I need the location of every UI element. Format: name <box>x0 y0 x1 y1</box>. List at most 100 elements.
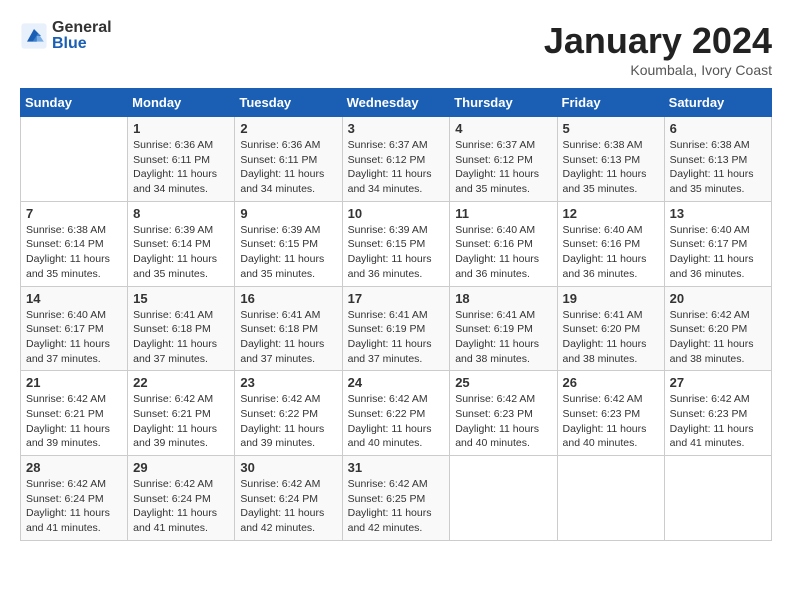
day-header-thursday: Thursday <box>450 89 557 117</box>
location-subtitle: Koumbala, Ivory Coast <box>544 62 772 78</box>
day-number: 30 <box>240 460 336 475</box>
day-number: 23 <box>240 375 336 390</box>
day-number: 2 <box>240 121 336 136</box>
calendar-week-5: 28 Sunrise: 6:42 AM Sunset: 6:24 PM Dayli… <box>21 456 772 541</box>
day-number: 28 <box>26 460 122 475</box>
day-info: Sunrise: 6:38 AM Sunset: 6:13 PM Dayligh… <box>563 138 659 197</box>
title-block: January 2024 Koumbala, Ivory Coast <box>544 20 772 78</box>
day-header-monday: Monday <box>128 89 235 117</box>
calendar-body: 1 Sunrise: 6:36 AM Sunset: 6:11 PM Daylig… <box>21 117 772 541</box>
calendar-cell: 2 Sunrise: 6:36 AM Sunset: 6:11 PM Daylig… <box>235 117 342 202</box>
day-info: Sunrise: 6:40 AM Sunset: 6:17 PM Dayligh… <box>26 308 122 367</box>
calendar-cell <box>450 456 557 541</box>
calendar-cell: 5 Sunrise: 6:38 AM Sunset: 6:13 PM Daylig… <box>557 117 664 202</box>
day-info: Sunrise: 6:42 AM Sunset: 6:21 PM Dayligh… <box>133 392 229 451</box>
day-number: 13 <box>670 206 766 221</box>
calendar-cell: 9Sunrise: 6:39 AM Sunset: 6:15 PM Daylig… <box>235 201 342 286</box>
calendar-cell: 26Sunrise: 6:42 AM Sunset: 6:23 PM Dayli… <box>557 371 664 456</box>
logo-general: General <box>52 20 112 36</box>
calendar-cell <box>21 117 128 202</box>
day-number: 10 <box>348 206 445 221</box>
days-of-week-row: SundayMondayTuesdayWednesdayThursdayFrid… <box>21 89 772 117</box>
calendar-week-2: 7 Sunrise: 6:38 AM Sunset: 6:14 PM Daylig… <box>21 201 772 286</box>
day-info: Sunrise: 6:42 AM Sunset: 6:24 PM Dayligh… <box>133 477 229 536</box>
calendar-cell: 31 Sunrise: 6:42 AM Sunset: 6:25 PM Dayli… <box>342 456 450 541</box>
day-info: Sunrise: 6:42 AM Sunset: 6:24 PM Dayligh… <box>26 477 122 536</box>
day-number: 18 <box>455 291 551 306</box>
day-number: 15 <box>133 291 229 306</box>
calendar-cell: 1 Sunrise: 6:36 AM Sunset: 6:11 PM Daylig… <box>128 117 235 202</box>
calendar-cell: 22 Sunrise: 6:42 AM Sunset: 6:21 PM Dayli… <box>128 371 235 456</box>
day-info: Sunrise: 6:41 AM Sunset: 6:18 PM Dayligh… <box>240 308 336 367</box>
calendar-cell: 29 Sunrise: 6:42 AM Sunset: 6:24 PM Dayli… <box>128 456 235 541</box>
calendar-cell: 20 Sunrise: 6:42 AM Sunset: 6:20 PM Dayli… <box>664 286 771 371</box>
day-number: 11 <box>455 206 551 221</box>
day-info: Sunrise: 6:42 AM Sunset: 6:22 PM Dayligh… <box>348 392 445 451</box>
calendar-cell: 12Sunrise: 6:40 AM Sunset: 6:16 PM Dayli… <box>557 201 664 286</box>
calendar-cell: 15 Sunrise: 6:41 AM Sunset: 6:18 PM Dayli… <box>128 286 235 371</box>
day-info: Sunrise: 6:40 AM Sunset: 6:16 PM Dayligh… <box>455 223 551 282</box>
day-info: Sunrise: 6:41 AM Sunset: 6:20 PM Dayligh… <box>563 308 659 367</box>
day-info: Sunrise: 6:42 AM Sunset: 6:22 PM Dayligh… <box>240 392 336 451</box>
day-info: Sunrise: 6:42 AM Sunset: 6:25 PM Dayligh… <box>348 477 445 536</box>
calendar-cell: 25 Sunrise: 6:42 AM Sunset: 6:23 PM Dayli… <box>450 371 557 456</box>
day-number: 20 <box>670 291 766 306</box>
day-info: Sunrise: 6:41 AM Sunset: 6:19 PM Dayligh… <box>455 308 551 367</box>
day-number: 8 <box>133 206 229 221</box>
day-header-wednesday: Wednesday <box>342 89 450 117</box>
day-number: 7 <box>26 206 122 221</box>
day-info: Sunrise: 6:42 AM Sunset: 6:23 PM Dayligh… <box>563 392 659 451</box>
calendar-cell: 28 Sunrise: 6:42 AM Sunset: 6:24 PM Dayli… <box>21 456 128 541</box>
day-info: Sunrise: 6:42 AM Sunset: 6:24 PM Dayligh… <box>240 477 336 536</box>
calendar-cell: 23 Sunrise: 6:42 AM Sunset: 6:22 PM Dayli… <box>235 371 342 456</box>
day-info: Sunrise: 6:38 AM Sunset: 6:14 PM Dayligh… <box>26 223 122 282</box>
logo-icon <box>20 22 48 50</box>
calendar-cell <box>557 456 664 541</box>
day-header-saturday: Saturday <box>664 89 771 117</box>
logo-blue: Blue <box>52 36 112 52</box>
day-number: 25 <box>455 375 551 390</box>
calendar-cell: 4Sunrise: 6:37 AM Sunset: 6:12 PM Daylig… <box>450 117 557 202</box>
calendar-cell: 24Sunrise: 6:42 AM Sunset: 6:22 PM Dayli… <box>342 371 450 456</box>
day-info: Sunrise: 6:42 AM Sunset: 6:23 PM Dayligh… <box>670 392 766 451</box>
calendar-cell: 21 Sunrise: 6:42 AM Sunset: 6:21 PM Dayli… <box>21 371 128 456</box>
day-info: Sunrise: 6:40 AM Sunset: 6:17 PM Dayligh… <box>670 223 766 282</box>
day-info: Sunrise: 6:42 AM Sunset: 6:20 PM Dayligh… <box>670 308 766 367</box>
day-number: 4 <box>455 121 551 136</box>
calendar-cell: 19Sunrise: 6:41 AM Sunset: 6:20 PM Dayli… <box>557 286 664 371</box>
day-info: Sunrise: 6:42 AM Sunset: 6:23 PM Dayligh… <box>455 392 551 451</box>
day-info: Sunrise: 6:38 AM Sunset: 6:13 PM Dayligh… <box>670 138 766 197</box>
day-info: Sunrise: 6:42 AM Sunset: 6:21 PM Dayligh… <box>26 392 122 451</box>
calendar-cell: 3Sunrise: 6:37 AM Sunset: 6:12 PM Daylig… <box>342 117 450 202</box>
calendar-cell: 27 Sunrise: 6:42 AM Sunset: 6:23 PM Dayli… <box>664 371 771 456</box>
day-number: 12 <box>563 206 659 221</box>
day-info: Sunrise: 6:36 AM Sunset: 6:11 PM Dayligh… <box>133 138 229 197</box>
day-number: 1 <box>133 121 229 136</box>
calendar-cell: 14 Sunrise: 6:40 AM Sunset: 6:17 PM Dayli… <box>21 286 128 371</box>
calendar-table: SundayMondayTuesdayWednesdayThursdayFrid… <box>20 88 772 541</box>
calendar-cell: 13 Sunrise: 6:40 AM Sunset: 6:17 PM Dayli… <box>664 201 771 286</box>
day-info: Sunrise: 6:36 AM Sunset: 6:11 PM Dayligh… <box>240 138 336 197</box>
calendar-cell: 8 Sunrise: 6:39 AM Sunset: 6:14 PM Daylig… <box>128 201 235 286</box>
day-info: Sunrise: 6:39 AM Sunset: 6:14 PM Dayligh… <box>133 223 229 282</box>
day-info: Sunrise: 6:39 AM Sunset: 6:15 PM Dayligh… <box>348 223 445 282</box>
day-header-tuesday: Tuesday <box>235 89 342 117</box>
day-number: 5 <box>563 121 659 136</box>
logo: General Blue <box>20 20 112 52</box>
calendar-cell: 10 Sunrise: 6:39 AM Sunset: 6:15 PM Dayli… <box>342 201 450 286</box>
day-number: 14 <box>26 291 122 306</box>
day-info: Sunrise: 6:39 AM Sunset: 6:15 PM Dayligh… <box>240 223 336 282</box>
calendar-cell: 7 Sunrise: 6:38 AM Sunset: 6:14 PM Daylig… <box>21 201 128 286</box>
calendar-cell: 17Sunrise: 6:41 AM Sunset: 6:19 PM Dayli… <box>342 286 450 371</box>
day-number: 22 <box>133 375 229 390</box>
calendar-cell: 6 Sunrise: 6:38 AM Sunset: 6:13 PM Daylig… <box>664 117 771 202</box>
day-number: 21 <box>26 375 122 390</box>
calendar-cell <box>664 456 771 541</box>
day-number: 31 <box>348 460 445 475</box>
day-number: 29 <box>133 460 229 475</box>
day-number: 6 <box>670 121 766 136</box>
calendar-cell: 30 Sunrise: 6:42 AM Sunset: 6:24 PM Dayli… <box>235 456 342 541</box>
day-info: Sunrise: 6:41 AM Sunset: 6:18 PM Dayligh… <box>133 308 229 367</box>
day-number: 27 <box>670 375 766 390</box>
day-info: Sunrise: 6:41 AM Sunset: 6:19 PM Dayligh… <box>348 308 445 367</box>
